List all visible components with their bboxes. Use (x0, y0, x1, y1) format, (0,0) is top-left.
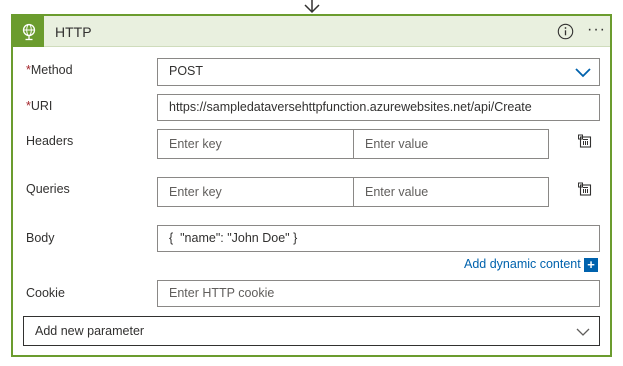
info-icon[interactable] (557, 23, 574, 40)
uri-label: *URI (26, 99, 52, 113)
body-value: { "name": "John Doe" } (169, 231, 298, 245)
headers-key-placeholder: Enter key (169, 137, 222, 151)
queries-key-placeholder: Enter key (169, 185, 222, 199)
add-dynamic-content-link[interactable]: Add dynamic content (464, 257, 581, 271)
more-options-icon[interactable]: ··· (587, 20, 607, 40)
connector-arrow-icon (304, 0, 320, 14)
uri-input[interactable]: https://sampledataversehttpfunction.azur… (157, 94, 600, 121)
card-header[interactable]: HTTP ··· (13, 16, 610, 47)
method-label: *Method (26, 63, 73, 77)
queries-value-input[interactable]: Enter value (353, 177, 549, 207)
body-input[interactable]: { "name": "John Doe" } (157, 225, 600, 252)
cookie-label: Cookie (26, 286, 65, 300)
add-new-parameter-label: Add new parameter (35, 324, 145, 338)
queries-key-input[interactable]: Enter key (157, 177, 354, 207)
queries-label: Queries (26, 182, 70, 196)
globe-icon (13, 16, 44, 47)
add-dynamic-content-plus-icon[interactable]: + (584, 258, 598, 272)
queries-value-placeholder: Enter value (365, 185, 429, 199)
headers-value-placeholder: Enter value (365, 137, 429, 151)
chevron-down-icon (575, 68, 591, 78)
headers-key-input[interactable]: Enter key (157, 129, 354, 159)
cookie-placeholder: Enter HTTP cookie (169, 286, 275, 300)
delete-row-icon[interactable] (577, 133, 593, 149)
uri-value: https://sampledataversehttpfunction.azur… (169, 100, 532, 114)
headers-label: Headers (26, 134, 74, 148)
delete-row-icon[interactable] (577, 181, 593, 197)
method-select[interactable]: POST (157, 58, 600, 86)
chevron-down-icon (576, 328, 590, 336)
add-new-parameter-dropdown[interactable]: Add new parameter (23, 316, 600, 346)
uri-label-text: URI (30, 99, 53, 113)
body-label: Body (26, 231, 55, 245)
method-value: POST (169, 64, 204, 78)
card-title: HTTP (55, 24, 92, 40)
headers-value-input[interactable]: Enter value (353, 129, 549, 159)
method-label-text: Method (30, 63, 73, 77)
http-action-card: HTTP ··· *Method POST *URI https://sampl… (11, 14, 612, 357)
cookie-input[interactable]: Enter HTTP cookie (157, 280, 600, 307)
